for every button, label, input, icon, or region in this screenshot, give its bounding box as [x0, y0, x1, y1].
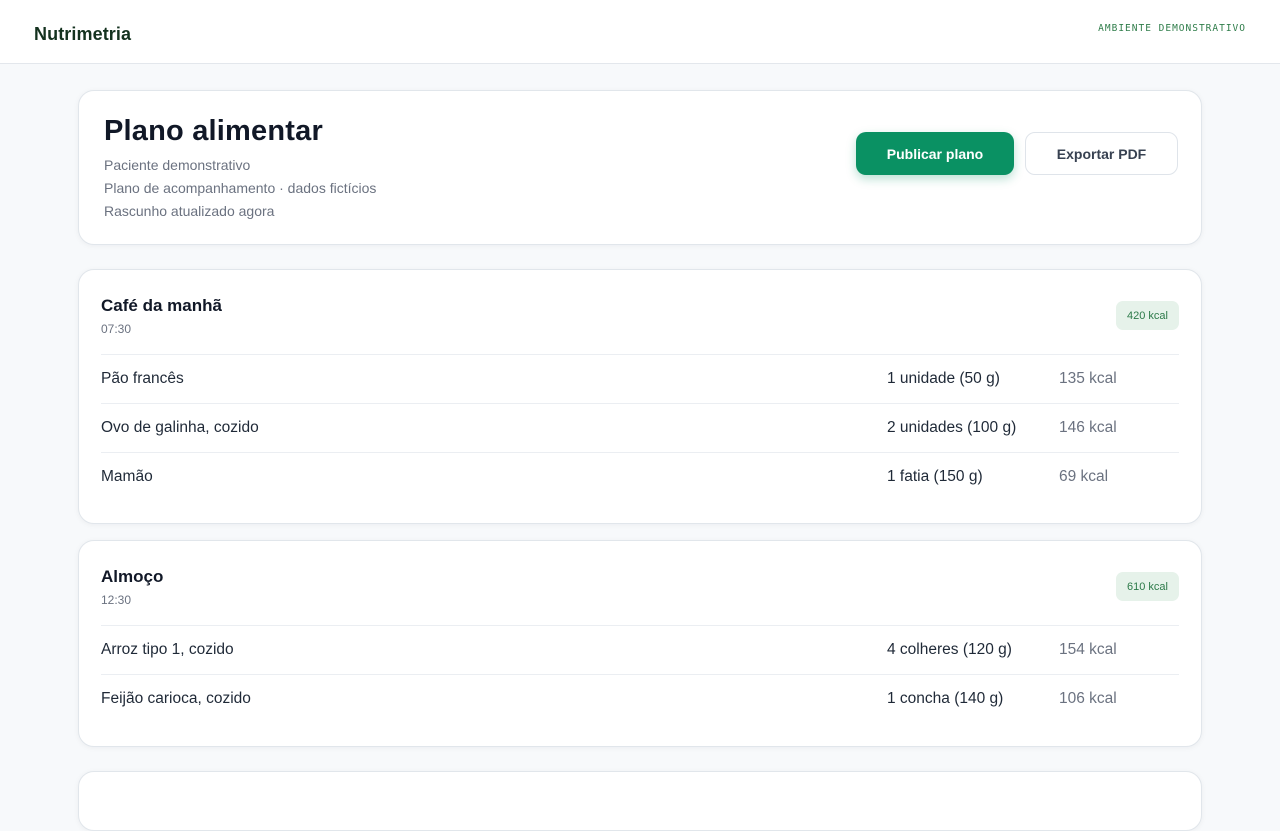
- brand-logo[interactable]: Nutrimetria: [34, 24, 131, 45]
- food-name: Feijão carioca, cozido: [101, 690, 251, 707]
- food-kcal: 69 kcal: [1059, 468, 1109, 485]
- food-row[interactable]: Pão francês 1 unidade (50 g) 135 kcal: [101, 354, 1179, 403]
- food-quantity: 1 fatia (150 g): [887, 468, 983, 485]
- food-list: Arroz tipo 1, cozido 4 colheres (120 g) …: [101, 625, 1179, 723]
- publish-plan-button[interactable]: Publicar plano: [856, 132, 1014, 175]
- food-kcal: 106 kcal: [1059, 690, 1117, 707]
- meal-name: Almoço: [101, 567, 164, 586]
- food-row[interactable]: Ovo de galinha, cozido 2 unidades (100 g…: [101, 403, 1179, 452]
- food-quantity: 2 unidades (100 g): [887, 419, 1017, 436]
- meal-time: 07:30: [101, 322, 132, 336]
- food-quantity: 4 colheres (120 g): [887, 641, 1012, 658]
- top-bar: Nutrimetria AMBIENTE DEMONSTRATIVO: [0, 0, 1280, 64]
- food-kcal: 135 kcal: [1059, 370, 1117, 387]
- plan-header-card: Plano alimentar Paciente demonstrativo P…: [78, 90, 1202, 245]
- environment-tag: AMBIENTE DEMONSTRATIVO: [1098, 23, 1246, 34]
- export-pdf-button[interactable]: Exportar PDF: [1025, 132, 1178, 175]
- food-list: Pão francês 1 unidade (50 g) 135 kcal Ov…: [101, 354, 1179, 501]
- plan-subtitle: Plano de acompanhamento · dados fictício…: [104, 180, 377, 196]
- food-kcal: 154 kcal: [1059, 641, 1117, 658]
- food-name: Ovo de galinha, cozido: [101, 419, 259, 436]
- meal-kcal-badge: 420 kcal: [1116, 301, 1179, 330]
- draft-status: Rascunho atualizado agora: [104, 203, 275, 219]
- meal-kcal-badge: 610 kcal: [1116, 572, 1179, 601]
- food-quantity: 1 concha (140 g): [887, 690, 1004, 707]
- meal-name: Café da manhã: [101, 296, 222, 315]
- food-name: Mamão: [101, 468, 153, 485]
- patient-name: Paciente demonstrativo: [104, 157, 251, 173]
- food-row[interactable]: Mamão 1 fatia (150 g) 69 kcal: [101, 452, 1179, 501]
- page-title: Plano alimentar: [104, 115, 323, 147]
- meal-card-breakfast: Café da manhã 07:30 420 kcal Pão francês…: [78, 269, 1202, 524]
- meal-card-next: [78, 771, 1202, 831]
- food-row[interactable]: Arroz tipo 1, cozido 4 colheres (120 g) …: [101, 625, 1179, 674]
- food-quantity: 1 unidade (50 g): [887, 370, 1000, 387]
- food-name: Pão francês: [101, 370, 184, 387]
- food-kcal: 146 kcal: [1059, 419, 1117, 436]
- meal-card-lunch: Almoço 12:30 610 kcal Arroz tipo 1, cozi…: [78, 540, 1202, 747]
- meal-time: 12:30: [101, 593, 132, 607]
- food-row[interactable]: Feijão carioca, cozido 1 concha (140 g) …: [101, 674, 1179, 723]
- food-name: Arroz tipo 1, cozido: [101, 641, 234, 658]
